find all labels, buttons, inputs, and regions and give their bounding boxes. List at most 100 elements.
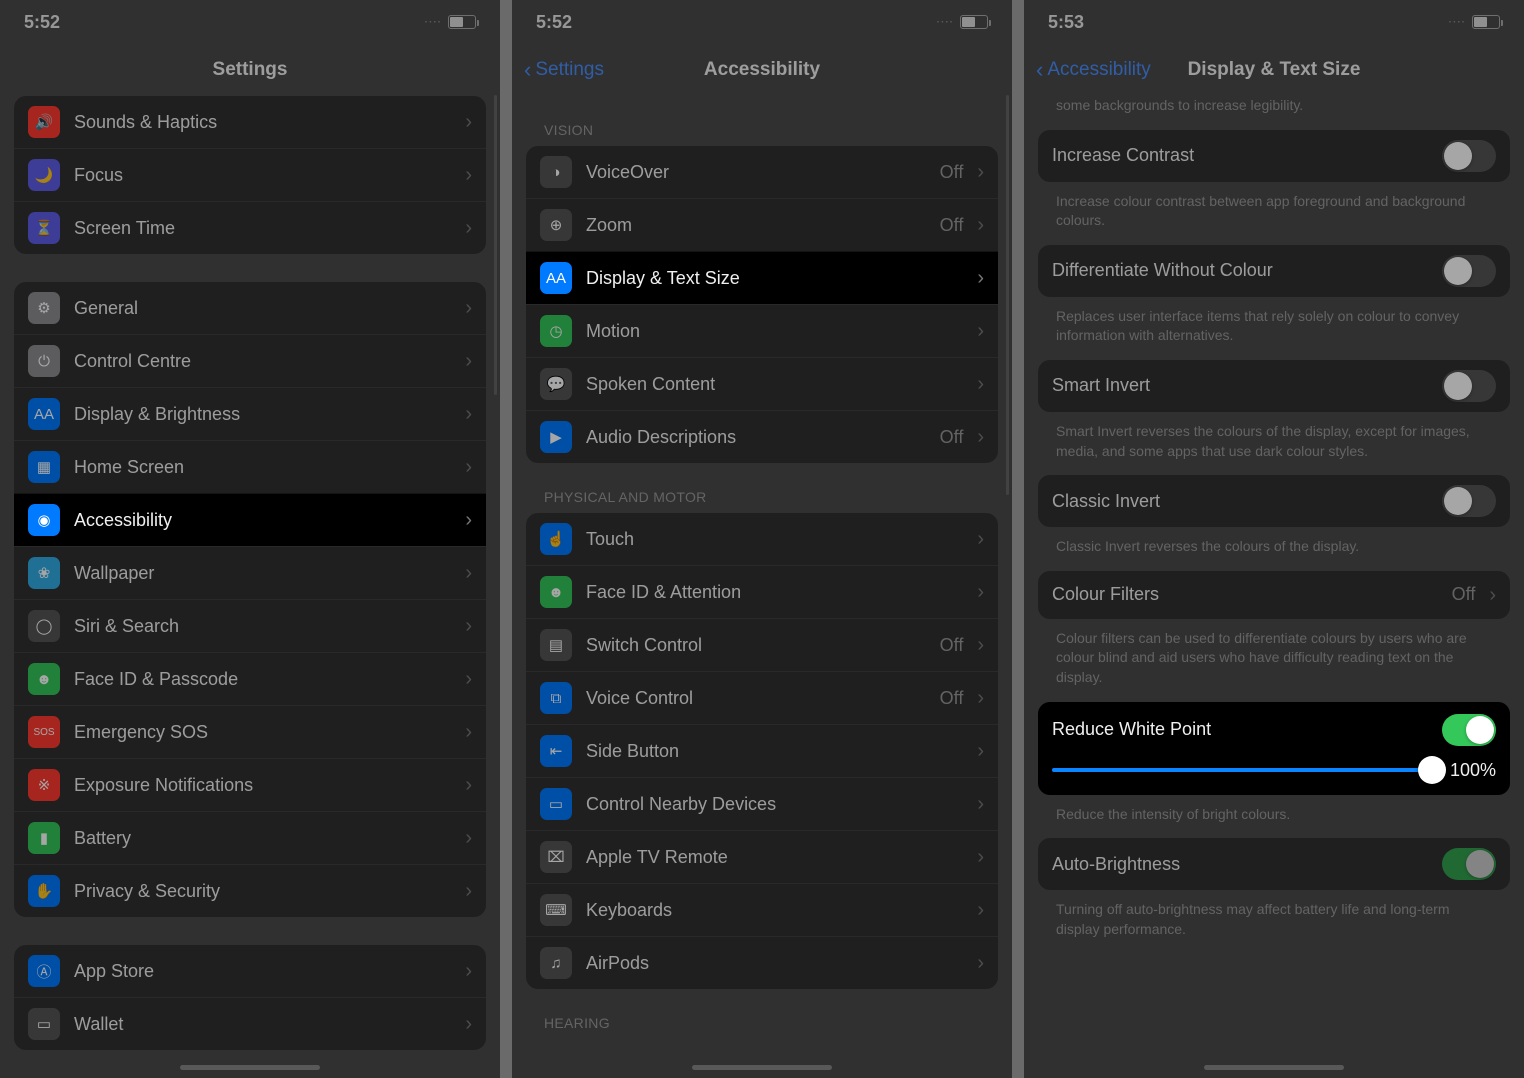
page-title: Settings bbox=[0, 59, 500, 81]
row-spoken-content[interactable]: 💬Spoken Content› bbox=[526, 357, 998, 410]
toggle[interactable] bbox=[1442, 140, 1496, 172]
zoom-icon: ⊕ bbox=[540, 209, 572, 241]
slider-value: 100% bbox=[1444, 760, 1496, 781]
row-value: Off bbox=[940, 427, 964, 448]
scroll-indicator[interactable] bbox=[494, 95, 497, 395]
chevron-right-icon: › bbox=[977, 582, 984, 602]
chevron-right-icon: › bbox=[465, 404, 472, 424]
row-apple-tv-remote[interactable]: ⌧Apple TV Remote› bbox=[526, 830, 998, 883]
row-home-screen[interactable]: ▦Home Screen› bbox=[14, 440, 486, 493]
row-voice-control[interactable]: ⧉Voice ControlOff› bbox=[526, 671, 998, 724]
apple-tv-icon: ⌧ bbox=[540, 841, 572, 873]
row-airpods[interactable]: ♫AirPods› bbox=[526, 936, 998, 989]
row-label: VoiceOver bbox=[586, 162, 926, 183]
row-battery[interactable]: ▮Battery› bbox=[14, 811, 486, 864]
row-touch[interactable]: ☝Touch› bbox=[526, 513, 998, 565]
battery-icon bbox=[1472, 15, 1500, 29]
row-value: Off bbox=[940, 635, 964, 656]
chevron-right-icon: › bbox=[465, 457, 472, 477]
row-label: Display & Text Size bbox=[586, 268, 963, 289]
row-sounds-haptics[interactable]: 🔊Sounds & Haptics› bbox=[14, 96, 486, 148]
home-indicator[interactable] bbox=[180, 1065, 320, 1070]
footer-text: Classic Invert reverses the colours of t… bbox=[1038, 527, 1510, 557]
chevron-right-icon: › bbox=[465, 298, 472, 318]
chevron-left-icon: ‹ bbox=[524, 59, 531, 81]
row-display-text-size[interactable]: AADisplay & Text Size› bbox=[526, 251, 998, 304]
toggle[interactable] bbox=[1442, 255, 1496, 287]
back-button[interactable]: ‹ Settings bbox=[524, 59, 604, 81]
status-bar: 5:53 ···· bbox=[1024, 0, 1524, 44]
row-general[interactable]: ⚙General› bbox=[14, 282, 486, 334]
row-increase-contrast[interactable]: Increase Contrast bbox=[1038, 130, 1510, 182]
section-header: VISION bbox=[526, 96, 998, 146]
row-accessibility[interactable]: ◉Accessibility› bbox=[14, 493, 486, 546]
row-audio-descriptions[interactable]: ▶Audio DescriptionsOff› bbox=[526, 410, 998, 463]
row-face-id-attention[interactable]: ☻Face ID & Attention› bbox=[526, 565, 998, 618]
sounds-icon: 🔊 bbox=[28, 106, 60, 138]
row-display-brightness[interactable]: AADisplay & Brightness› bbox=[14, 387, 486, 440]
slider-thumb[interactable] bbox=[1418, 756, 1446, 784]
chevron-right-icon: › bbox=[977, 529, 984, 549]
accessibility-screen: 5:52 ···· ‹ Settings Accessibility VISIO… bbox=[512, 0, 1012, 1078]
row-smart-invert[interactable]: Smart Invert bbox=[1038, 360, 1510, 412]
chevron-right-icon: › bbox=[977, 162, 984, 182]
battery-icon bbox=[448, 15, 476, 29]
slider[interactable] bbox=[1052, 768, 1432, 772]
row-switch-control[interactable]: ▤Switch ControlOff› bbox=[526, 618, 998, 671]
toggle[interactable] bbox=[1442, 848, 1496, 880]
row-label: Zoom bbox=[586, 215, 926, 236]
row-label: Screen Time bbox=[74, 218, 451, 239]
row-reduce-white-point[interactable]: Reduce White Point100% bbox=[1038, 702, 1510, 795]
row-emergency-sos[interactable]: SOSEmergency SOS› bbox=[14, 705, 486, 758]
row-label: Wallpaper bbox=[74, 563, 451, 584]
nav-bar: Settings bbox=[0, 44, 500, 96]
wallpaper-icon: ❀ bbox=[28, 557, 60, 589]
accessibility-icon: ◉ bbox=[28, 504, 60, 536]
row-control-centre[interactable]: ⏻Control Centre› bbox=[14, 334, 486, 387]
voice-control-icon: ⧉ bbox=[540, 682, 572, 714]
row-label: App Store bbox=[74, 961, 451, 982]
row-focus[interactable]: 🌙Focus› bbox=[14, 148, 486, 201]
row-differentiate-without-colour[interactable]: Differentiate Without Colour bbox=[1038, 245, 1510, 297]
touch-icon: ☝ bbox=[540, 523, 572, 555]
row-wallpaper[interactable]: ❀Wallpaper› bbox=[14, 546, 486, 599]
chevron-right-icon: › bbox=[977, 688, 984, 708]
row-label: General bbox=[74, 298, 451, 319]
home-indicator[interactable] bbox=[692, 1065, 832, 1070]
row-exposure-notifications[interactable]: ※Exposure Notifications› bbox=[14, 758, 486, 811]
row-auto-brightness[interactable]: Auto-Brightness bbox=[1038, 838, 1510, 890]
chevron-right-icon: › bbox=[465, 775, 472, 795]
row-label: Exposure Notifications bbox=[74, 775, 451, 796]
toggle[interactable] bbox=[1442, 714, 1496, 746]
back-button[interactable]: ‹ Accessibility bbox=[1036, 59, 1151, 81]
scroll-indicator[interactable] bbox=[1006, 95, 1009, 495]
chevron-right-icon: › bbox=[977, 900, 984, 920]
row-screen-time[interactable]: ⏳Screen Time› bbox=[14, 201, 486, 254]
footer-text: Colour filters can be used to differenti… bbox=[1038, 619, 1510, 688]
display-text-size-screen: 5:53 ···· ‹ Accessibility Display & Text… bbox=[1024, 0, 1524, 1078]
row-wallet[interactable]: ▭Wallet› bbox=[14, 997, 486, 1050]
row-label: Apple TV Remote bbox=[586, 847, 963, 868]
toggle[interactable] bbox=[1442, 370, 1496, 402]
row-side-button[interactable]: ⇤Side Button› bbox=[526, 724, 998, 777]
row-motion[interactable]: ◷Motion› bbox=[526, 304, 998, 357]
chevron-left-icon: ‹ bbox=[1036, 59, 1043, 81]
row-siri-search[interactable]: ◯Siri & Search› bbox=[14, 599, 486, 652]
row-app-store[interactable]: ⒶApp Store› bbox=[14, 945, 486, 997]
row-keyboards[interactable]: ⌨Keyboards› bbox=[526, 883, 998, 936]
footer-text: Replaces user interface items that rely … bbox=[1038, 297, 1510, 346]
row-value: Off bbox=[940, 688, 964, 709]
row-classic-invert[interactable]: Classic Invert bbox=[1038, 475, 1510, 527]
row-face-id-passcode[interactable]: ☻Face ID & Passcode› bbox=[14, 652, 486, 705]
toggle[interactable] bbox=[1442, 485, 1496, 517]
row-zoom[interactable]: ⊕ZoomOff› bbox=[526, 198, 998, 251]
row-privacy-security[interactable]: ✋Privacy & Security› bbox=[14, 864, 486, 917]
signal-icon: ···· bbox=[425, 17, 442, 28]
home-indicator[interactable] bbox=[1204, 1065, 1344, 1070]
row-colour-filters[interactable]: Colour FiltersOff› bbox=[1038, 571, 1510, 619]
row-voiceover[interactable]: ◑VoiceOverOff› bbox=[526, 146, 998, 198]
footer-text: some backgrounds to increase legibility. bbox=[1038, 96, 1510, 116]
row-control-nearby-devices[interactable]: ▭Control Nearby Devices› bbox=[526, 777, 998, 830]
row-label: Control Centre bbox=[74, 351, 451, 372]
row-label: Wallet bbox=[74, 1014, 451, 1035]
